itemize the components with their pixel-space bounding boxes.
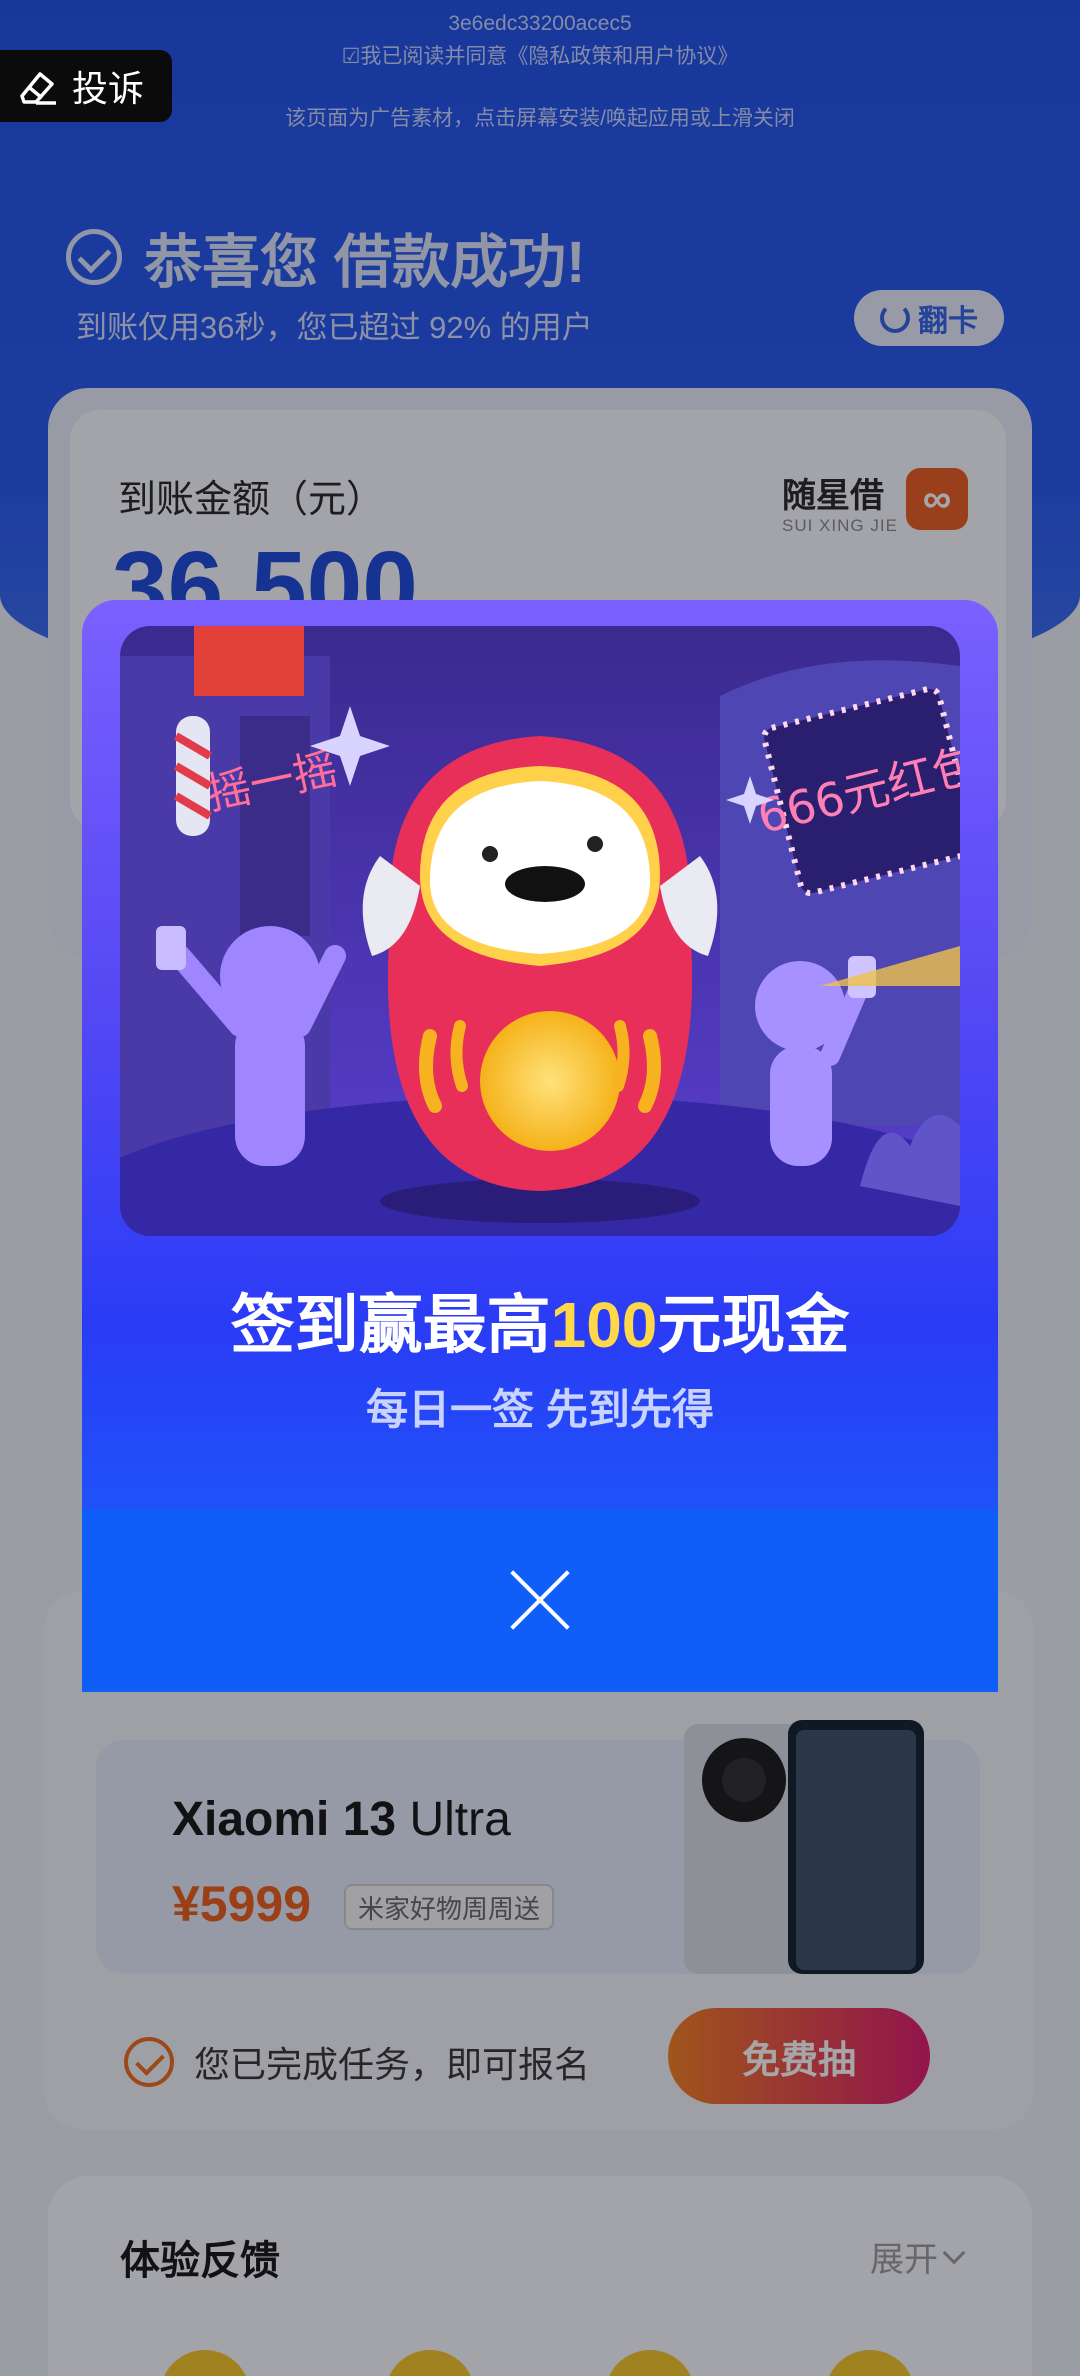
complaint-button[interactable]: 投诉 (0, 50, 172, 122)
complaint-label: 投诉 (72, 68, 145, 109)
edit-eraser-icon (20, 72, 56, 105)
ad-modal[interactable]: 摇一摇 666元红包 签到赢最高100元现金 每日一签 先到先得 (82, 600, 998, 1692)
modal-headline: 签到赢最高100元现金 (230, 1289, 850, 1361)
modal-subline: 每日一签 先到先得 (366, 1386, 714, 1433)
close-icon[interactable] (506, 1566, 574, 1634)
ad-illustration[interactable]: 摇一摇 666元红包 (120, 626, 960, 1236)
